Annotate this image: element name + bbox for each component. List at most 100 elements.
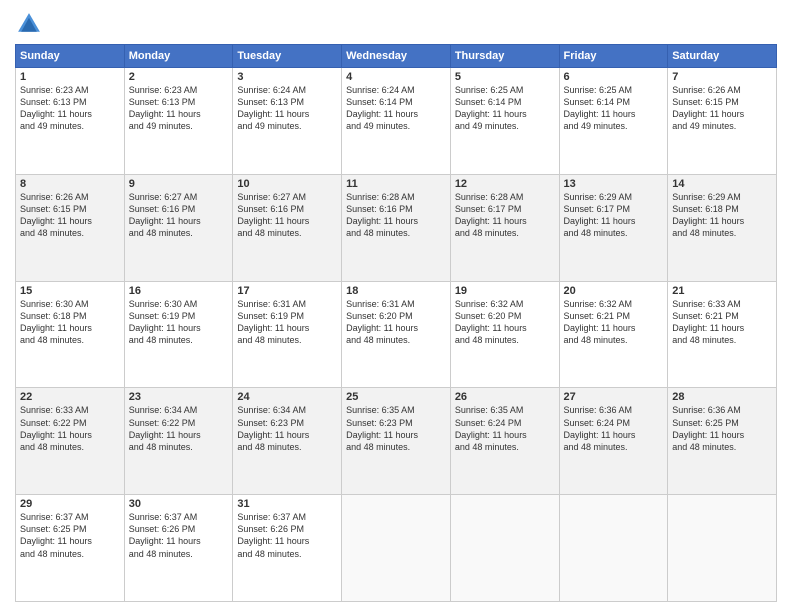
day-info: Sunrise: 6:35 AM Sunset: 6:24 PM Dayligh… bbox=[455, 404, 555, 453]
day-number: 5 bbox=[455, 71, 555, 83]
day-number: 10 bbox=[237, 178, 337, 190]
day-info: Sunrise: 6:36 AM Sunset: 6:24 PM Dayligh… bbox=[564, 404, 664, 453]
day-number: 23 bbox=[129, 391, 229, 403]
day-info: Sunrise: 6:37 AM Sunset: 6:26 PM Dayligh… bbox=[129, 511, 229, 560]
day-number: 12 bbox=[455, 178, 555, 190]
day-number: 28 bbox=[672, 391, 772, 403]
day-info: Sunrise: 6:27 AM Sunset: 6:16 PM Dayligh… bbox=[237, 191, 337, 240]
calendar-day-cell: 31 Sunrise: 6:37 AM Sunset: 6:26 PM Dayl… bbox=[233, 495, 342, 602]
day-info: Sunrise: 6:26 AM Sunset: 6:15 PM Dayligh… bbox=[672, 84, 772, 133]
day-number: 20 bbox=[564, 285, 664, 297]
day-number: 22 bbox=[20, 391, 120, 403]
calendar-day-cell: 15 Sunrise: 6:30 AM Sunset: 6:18 PM Dayl… bbox=[16, 281, 125, 388]
day-info: Sunrise: 6:37 AM Sunset: 6:25 PM Dayligh… bbox=[20, 511, 120, 560]
calendar-day-cell: 16 Sunrise: 6:30 AM Sunset: 6:19 PM Dayl… bbox=[124, 281, 233, 388]
day-info: Sunrise: 6:24 AM Sunset: 6:14 PM Dayligh… bbox=[346, 84, 446, 133]
day-info: Sunrise: 6:24 AM Sunset: 6:13 PM Dayligh… bbox=[237, 84, 337, 133]
calendar-day-cell: 10 Sunrise: 6:27 AM Sunset: 6:16 PM Dayl… bbox=[233, 174, 342, 281]
calendar-day-cell: 22 Sunrise: 6:33 AM Sunset: 6:22 PM Dayl… bbox=[16, 388, 125, 495]
day-number: 4 bbox=[346, 71, 446, 83]
day-number: 17 bbox=[237, 285, 337, 297]
day-number: 1 bbox=[20, 71, 120, 83]
weekday-header-row: SundayMondayTuesdayWednesdayThursdayFrid… bbox=[16, 45, 777, 68]
day-info: Sunrise: 6:23 AM Sunset: 6:13 PM Dayligh… bbox=[129, 84, 229, 133]
calendar-day-cell: 2 Sunrise: 6:23 AM Sunset: 6:13 PM Dayli… bbox=[124, 68, 233, 175]
calendar-day-cell: 20 Sunrise: 6:32 AM Sunset: 6:21 PM Dayl… bbox=[559, 281, 668, 388]
logo-icon bbox=[15, 10, 43, 38]
day-number: 31 bbox=[237, 498, 337, 510]
day-info: Sunrise: 6:34 AM Sunset: 6:23 PM Dayligh… bbox=[237, 404, 337, 453]
day-number: 19 bbox=[455, 285, 555, 297]
day-info: Sunrise: 6:23 AM Sunset: 6:13 PM Dayligh… bbox=[20, 84, 120, 133]
calendar-day-cell bbox=[450, 495, 559, 602]
day-info: Sunrise: 6:32 AM Sunset: 6:20 PM Dayligh… bbox=[455, 298, 555, 347]
day-info: Sunrise: 6:36 AM Sunset: 6:25 PM Dayligh… bbox=[672, 404, 772, 453]
day-number: 24 bbox=[237, 391, 337, 403]
weekday-header-cell: Friday bbox=[559, 45, 668, 68]
day-number: 29 bbox=[20, 498, 120, 510]
day-number: 25 bbox=[346, 391, 446, 403]
weekday-header-cell: Monday bbox=[124, 45, 233, 68]
calendar-day-cell bbox=[559, 495, 668, 602]
day-info: Sunrise: 6:33 AM Sunset: 6:22 PM Dayligh… bbox=[20, 404, 120, 453]
calendar-day-cell bbox=[668, 495, 777, 602]
calendar-day-cell: 7 Sunrise: 6:26 AM Sunset: 6:15 PM Dayli… bbox=[668, 68, 777, 175]
calendar-day-cell: 26 Sunrise: 6:35 AM Sunset: 6:24 PM Dayl… bbox=[450, 388, 559, 495]
calendar-day-cell: 19 Sunrise: 6:32 AM Sunset: 6:20 PM Dayl… bbox=[450, 281, 559, 388]
day-info: Sunrise: 6:32 AM Sunset: 6:21 PM Dayligh… bbox=[564, 298, 664, 347]
day-info: Sunrise: 6:29 AM Sunset: 6:17 PM Dayligh… bbox=[564, 191, 664, 240]
day-number: 3 bbox=[237, 71, 337, 83]
day-number: 13 bbox=[564, 178, 664, 190]
weekday-header-cell: Saturday bbox=[668, 45, 777, 68]
calendar-day-cell: 5 Sunrise: 6:25 AM Sunset: 6:14 PM Dayli… bbox=[450, 68, 559, 175]
day-number: 27 bbox=[564, 391, 664, 403]
day-number: 30 bbox=[129, 498, 229, 510]
day-info: Sunrise: 6:35 AM Sunset: 6:23 PM Dayligh… bbox=[346, 404, 446, 453]
weekday-header-cell: Sunday bbox=[16, 45, 125, 68]
day-info: Sunrise: 6:27 AM Sunset: 6:16 PM Dayligh… bbox=[129, 191, 229, 240]
calendar-day-cell: 9 Sunrise: 6:27 AM Sunset: 6:16 PM Dayli… bbox=[124, 174, 233, 281]
calendar-week-row: 8 Sunrise: 6:26 AM Sunset: 6:15 PM Dayli… bbox=[16, 174, 777, 281]
calendar-day-cell bbox=[342, 495, 451, 602]
weekday-header-cell: Thursday bbox=[450, 45, 559, 68]
calendar-day-cell: 17 Sunrise: 6:31 AM Sunset: 6:19 PM Dayl… bbox=[233, 281, 342, 388]
day-number: 16 bbox=[129, 285, 229, 297]
calendar-day-cell: 23 Sunrise: 6:34 AM Sunset: 6:22 PM Dayl… bbox=[124, 388, 233, 495]
day-number: 26 bbox=[455, 391, 555, 403]
day-number: 6 bbox=[564, 71, 664, 83]
day-number: 7 bbox=[672, 71, 772, 83]
calendar-week-row: 22 Sunrise: 6:33 AM Sunset: 6:22 PM Dayl… bbox=[16, 388, 777, 495]
weekday-header-cell: Wednesday bbox=[342, 45, 451, 68]
calendar-day-cell: 30 Sunrise: 6:37 AM Sunset: 6:26 PM Dayl… bbox=[124, 495, 233, 602]
day-number: 8 bbox=[20, 178, 120, 190]
calendar-day-cell: 27 Sunrise: 6:36 AM Sunset: 6:24 PM Dayl… bbox=[559, 388, 668, 495]
day-info: Sunrise: 6:37 AM Sunset: 6:26 PM Dayligh… bbox=[237, 511, 337, 560]
calendar-day-cell: 14 Sunrise: 6:29 AM Sunset: 6:18 PM Dayl… bbox=[668, 174, 777, 281]
calendar-day-cell: 25 Sunrise: 6:35 AM Sunset: 6:23 PM Dayl… bbox=[342, 388, 451, 495]
calendar-day-cell: 13 Sunrise: 6:29 AM Sunset: 6:17 PM Dayl… bbox=[559, 174, 668, 281]
calendar-day-cell: 11 Sunrise: 6:28 AM Sunset: 6:16 PM Dayl… bbox=[342, 174, 451, 281]
logo bbox=[15, 10, 47, 38]
day-info: Sunrise: 6:26 AM Sunset: 6:15 PM Dayligh… bbox=[20, 191, 120, 240]
day-info: Sunrise: 6:25 AM Sunset: 6:14 PM Dayligh… bbox=[455, 84, 555, 133]
calendar-day-cell: 1 Sunrise: 6:23 AM Sunset: 6:13 PM Dayli… bbox=[16, 68, 125, 175]
day-info: Sunrise: 6:28 AM Sunset: 6:16 PM Dayligh… bbox=[346, 191, 446, 240]
day-number: 14 bbox=[672, 178, 772, 190]
day-number: 21 bbox=[672, 285, 772, 297]
calendar-day-cell: 6 Sunrise: 6:25 AM Sunset: 6:14 PM Dayli… bbox=[559, 68, 668, 175]
day-info: Sunrise: 6:28 AM Sunset: 6:17 PM Dayligh… bbox=[455, 191, 555, 240]
calendar-day-cell: 3 Sunrise: 6:24 AM Sunset: 6:13 PM Dayli… bbox=[233, 68, 342, 175]
day-info: Sunrise: 6:31 AM Sunset: 6:20 PM Dayligh… bbox=[346, 298, 446, 347]
calendar-body: 1 Sunrise: 6:23 AM Sunset: 6:13 PM Dayli… bbox=[16, 68, 777, 602]
page: SundayMondayTuesdayWednesdayThursdayFrid… bbox=[0, 0, 792, 612]
day-number: 9 bbox=[129, 178, 229, 190]
calendar-week-row: 15 Sunrise: 6:30 AM Sunset: 6:18 PM Dayl… bbox=[16, 281, 777, 388]
calendar-day-cell: 4 Sunrise: 6:24 AM Sunset: 6:14 PM Dayli… bbox=[342, 68, 451, 175]
day-number: 18 bbox=[346, 285, 446, 297]
calendar-day-cell: 21 Sunrise: 6:33 AM Sunset: 6:21 PM Dayl… bbox=[668, 281, 777, 388]
calendar-day-cell: 29 Sunrise: 6:37 AM Sunset: 6:25 PM Dayl… bbox=[16, 495, 125, 602]
day-number: 15 bbox=[20, 285, 120, 297]
calendar-day-cell: 24 Sunrise: 6:34 AM Sunset: 6:23 PM Dayl… bbox=[233, 388, 342, 495]
calendar-week-row: 1 Sunrise: 6:23 AM Sunset: 6:13 PM Dayli… bbox=[16, 68, 777, 175]
calendar-week-row: 29 Sunrise: 6:37 AM Sunset: 6:25 PM Dayl… bbox=[16, 495, 777, 602]
